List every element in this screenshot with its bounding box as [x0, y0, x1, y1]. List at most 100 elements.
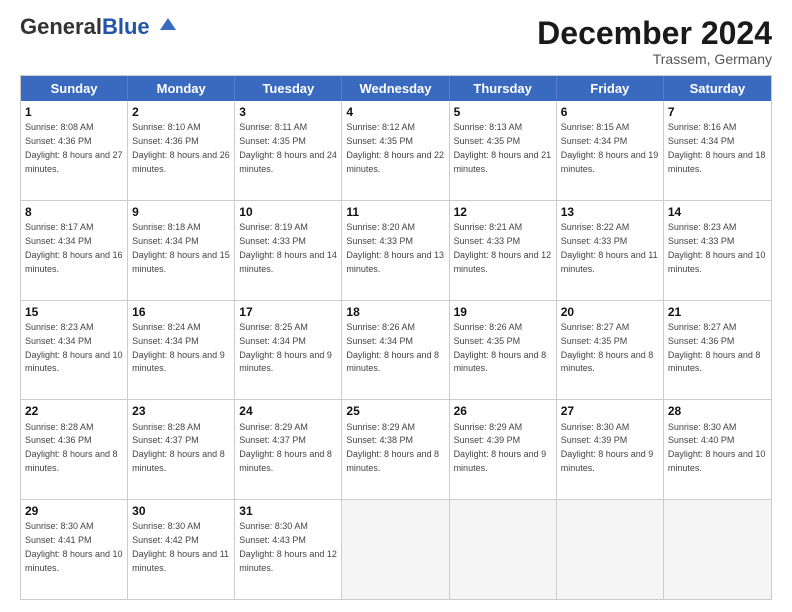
calendar-cell: 14Sunrise: 8:23 AMSunset: 4:33 PMDayligh… [664, 201, 771, 300]
title-block: December 2024 Trassem, Germany [537, 16, 772, 67]
calendar-cell: 19 Sunrise: 8:26 AMSunset: 4:35 PMDayligh… [450, 301, 557, 400]
day-number: 28 [668, 403, 767, 419]
page: GeneralBlue December 2024 Trassem, Germa… [0, 0, 792, 612]
day-number: 20 [561, 304, 659, 320]
calendar-row-1: 1 Sunrise: 8:08 AMSunset: 4:36 PMDaylight… [21, 101, 771, 200]
day-number: 8 [25, 204, 123, 220]
cell-info: Sunrise: 8:30 AMSunset: 4:42 PMDaylight:… [132, 521, 229, 572]
calendar-cell: 22Sunrise: 8:28 AMSunset: 4:36 PMDayligh… [21, 400, 128, 499]
calendar-cell [450, 500, 557, 599]
calendar-cell [664, 500, 771, 599]
calendar-header: Sunday Monday Tuesday Wednesday Thursday… [21, 76, 771, 101]
calendar-cell: 16 Sunrise: 8:24 AMSunset: 4:34 PMDayligh… [128, 301, 235, 400]
day-number: 27 [561, 403, 659, 419]
calendar-cell: 27 Sunrise: 8:30 AMSunset: 4:39 PMDayligh… [557, 400, 664, 499]
header: GeneralBlue December 2024 Trassem, Germa… [20, 16, 772, 67]
cell-info: Sunrise: 8:26 AMSunset: 4:35 PMDaylight:… [454, 322, 547, 373]
month-title: December 2024 [537, 16, 772, 51]
day-number: 19 [454, 304, 552, 320]
calendar-cell: 17 Sunrise: 8:25 AMSunset: 4:34 PMDayligh… [235, 301, 342, 400]
calendar-cell: 6 Sunrise: 8:15 AMSunset: 4:34 PMDaylight… [557, 101, 664, 200]
calendar-cell: 20 Sunrise: 8:27 AMSunset: 4:35 PMDayligh… [557, 301, 664, 400]
day-number: 14 [668, 204, 767, 220]
logo: GeneralBlue [20, 16, 176, 38]
cell-info: Sunrise: 8:23 AMSunset: 4:34 PMDaylight:… [25, 322, 123, 373]
header-friday: Friday [557, 76, 664, 101]
calendar-cell: 15 Sunrise: 8:23 AMSunset: 4:34 PMDayligh… [21, 301, 128, 400]
calendar-cell: 30 Sunrise: 8:30 AMSunset: 4:42 PMDayligh… [128, 500, 235, 599]
day-number: 29 [25, 503, 123, 519]
cell-info: Sunrise: 8:25 AMSunset: 4:34 PMDaylight:… [239, 322, 332, 373]
cell-info: Sunrise: 8:11 AMSunset: 4:35 PMDaylight:… [239, 122, 337, 173]
logo-general: General [20, 14, 102, 39]
day-number: 23 [132, 403, 230, 419]
calendar-cell: 24 Sunrise: 8:29 AMSunset: 4:37 PMDayligh… [235, 400, 342, 499]
header-thursday: Thursday [450, 76, 557, 101]
calendar-cell [557, 500, 664, 599]
day-number: 3 [239, 104, 337, 120]
day-number: 31 [239, 503, 337, 519]
cell-info: Sunrise: 8:13 AMSunset: 4:35 PMDaylight:… [454, 122, 552, 173]
calendar-row-5: 29Sunrise: 8:30 AMSunset: 4:41 PMDayligh… [21, 499, 771, 599]
calendar-cell: 2 Sunrise: 8:10 AMSunset: 4:36 PMDaylight… [128, 101, 235, 200]
day-number: 9 [132, 204, 230, 220]
cell-info: Sunrise: 8:26 AMSunset: 4:34 PMDaylight:… [346, 322, 439, 373]
day-number: 17 [239, 304, 337, 320]
day-number: 2 [132, 104, 230, 120]
cell-info: Sunrise: 8:30 AMSunset: 4:39 PMDaylight:… [561, 422, 654, 473]
day-number: 18 [346, 304, 444, 320]
calendar-cell: 12 Sunrise: 8:21 AMSunset: 4:33 PMDayligh… [450, 201, 557, 300]
cell-info: Sunrise: 8:22 AMSunset: 4:33 PMDaylight:… [561, 222, 658, 273]
cell-info: Sunrise: 8:28 AMSunset: 4:37 PMDaylight:… [132, 422, 225, 473]
cell-info: Sunrise: 8:29 AMSunset: 4:37 PMDaylight:… [239, 422, 332, 473]
calendar: Sunday Monday Tuesday Wednesday Thursday… [20, 75, 772, 600]
cell-info: Sunrise: 8:30 AMSunset: 4:40 PMDaylight:… [668, 422, 766, 473]
day-number: 26 [454, 403, 552, 419]
calendar-cell: 18 Sunrise: 8:26 AMSunset: 4:34 PMDayligh… [342, 301, 449, 400]
calendar-cell: 25 Sunrise: 8:29 AMSunset: 4:38 PMDayligh… [342, 400, 449, 499]
cell-info: Sunrise: 8:27 AMSunset: 4:35 PMDaylight:… [561, 322, 654, 373]
header-monday: Monday [128, 76, 235, 101]
day-number: 10 [239, 204, 337, 220]
calendar-cell: 23 Sunrise: 8:28 AMSunset: 4:37 PMDayligh… [128, 400, 235, 499]
day-number: 30 [132, 503, 230, 519]
calendar-cell: 11Sunrise: 8:20 AMSunset: 4:33 PMDayligh… [342, 201, 449, 300]
day-number: 7 [668, 104, 767, 120]
day-number: 5 [454, 104, 552, 120]
day-number: 1 [25, 104, 123, 120]
cell-info: Sunrise: 8:21 AMSunset: 4:33 PMDaylight:… [454, 222, 552, 273]
calendar-row-3: 15 Sunrise: 8:23 AMSunset: 4:34 PMDayligh… [21, 300, 771, 400]
day-number: 6 [561, 104, 659, 120]
calendar-cell [342, 500, 449, 599]
cell-info: Sunrise: 8:19 AMSunset: 4:33 PMDaylight:… [239, 222, 337, 273]
calendar-cell: 5 Sunrise: 8:13 AMSunset: 4:35 PMDaylight… [450, 101, 557, 200]
calendar-cell: 31Sunrise: 8:30 AMSunset: 4:43 PMDayligh… [235, 500, 342, 599]
day-number: 25 [346, 403, 444, 419]
logo-icon [154, 14, 176, 36]
cell-info: Sunrise: 8:12 AMSunset: 4:35 PMDaylight:… [346, 122, 444, 173]
cell-info: Sunrise: 8:08 AMSunset: 4:36 PMDaylight:… [25, 122, 123, 173]
day-number: 12 [454, 204, 552, 220]
day-number: 4 [346, 104, 444, 120]
cell-info: Sunrise: 8:20 AMSunset: 4:33 PMDaylight:… [346, 222, 444, 273]
cell-info: Sunrise: 8:15 AMSunset: 4:34 PMDaylight:… [561, 122, 659, 173]
cell-info: Sunrise: 8:10 AMSunset: 4:36 PMDaylight:… [132, 122, 230, 173]
cell-info: Sunrise: 8:24 AMSunset: 4:34 PMDaylight:… [132, 322, 225, 373]
calendar-row-2: 8Sunrise: 8:17 AMSunset: 4:34 PMDaylight… [21, 200, 771, 300]
cell-info: Sunrise: 8:29 AMSunset: 4:38 PMDaylight:… [346, 422, 439, 473]
day-number: 22 [25, 403, 123, 419]
header-saturday: Saturday [664, 76, 771, 101]
location: Trassem, Germany [537, 51, 772, 67]
day-number: 24 [239, 403, 337, 419]
calendar-cell: 13Sunrise: 8:22 AMSunset: 4:33 PMDayligh… [557, 201, 664, 300]
logo-blue: Blue [102, 14, 150, 39]
calendar-cell: 3 Sunrise: 8:11 AMSunset: 4:35 PMDaylight… [235, 101, 342, 200]
calendar-cell: 26Sunrise: 8:29 AMSunset: 4:39 PMDayligh… [450, 400, 557, 499]
cell-info: Sunrise: 8:18 AMSunset: 4:34 PMDaylight:… [132, 222, 230, 273]
calendar-cell: 10 Sunrise: 8:19 AMSunset: 4:33 PMDayligh… [235, 201, 342, 300]
day-number: 15 [25, 304, 123, 320]
header-wednesday: Wednesday [342, 76, 449, 101]
day-number: 16 [132, 304, 230, 320]
calendar-cell: 7Sunrise: 8:16 AMSunset: 4:34 PMDaylight… [664, 101, 771, 200]
calendar-cell: 21Sunrise: 8:27 AMSunset: 4:36 PMDayligh… [664, 301, 771, 400]
